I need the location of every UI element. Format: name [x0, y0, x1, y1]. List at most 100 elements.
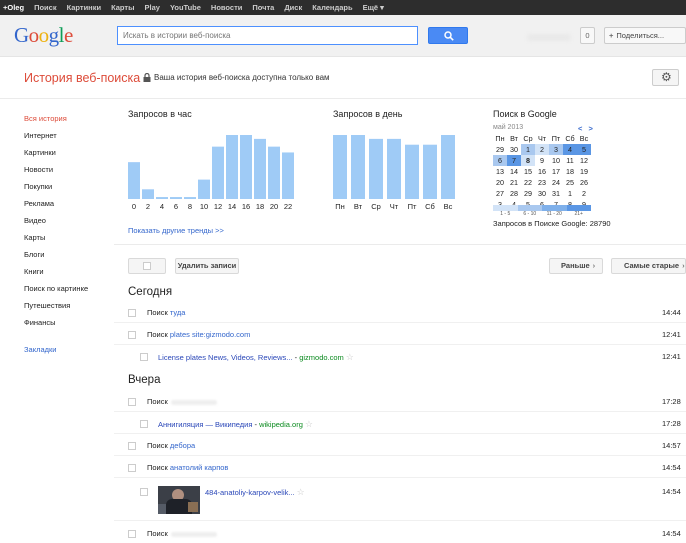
calendar-day[interactable]: 22	[521, 177, 535, 188]
calendar-day[interactable]: 30	[535, 188, 549, 199]
nav-play[interactable]: Play	[140, 0, 165, 15]
sidebar-item-web[interactable]: Интернет	[24, 130, 114, 147]
calendar-day[interactable]: 9	[535, 155, 549, 166]
calendar-day[interactable]: 16	[535, 166, 549, 177]
calendar-nav-arrows[interactable]: < >	[578, 124, 595, 133]
calendar-day[interactable]: 1	[521, 144, 535, 155]
chevron-right-icon: ›	[682, 261, 685, 270]
nav-images[interactable]: Картинки	[62, 0, 107, 15]
oldest-button[interactable]: Самые старые ›	[611, 258, 686, 274]
calendar-day[interactable]: 7	[507, 155, 521, 166]
newer-button[interactable]: Раньше ›	[549, 258, 603, 274]
sidebar-item-all-history[interactable]: Вся история	[24, 113, 114, 130]
video-thumbnail[interactable]	[158, 486, 200, 514]
account-name-redacted	[527, 34, 571, 41]
calendar-day[interactable]: 27	[493, 188, 507, 199]
visited-page-link[interactable]: 484-anatoliy-karpov-velik...	[205, 488, 295, 497]
calendar-day[interactable]: 29	[521, 188, 535, 199]
search-query-link[interactable]: plates site:gizmodo.com	[170, 330, 250, 339]
visited-page-link[interactable]: Аннигиляция — Википедия	[158, 420, 252, 429]
title-bar: История веб-поиска Ваша история веб-поис…	[0, 57, 686, 99]
calendar-day[interactable]: 2	[577, 188, 591, 199]
calendar-day[interactable]: 3	[549, 144, 563, 155]
nav-profile[interactable]: +Oleg	[0, 0, 29, 15]
calendar-day[interactable]: 15	[521, 166, 535, 177]
nav-search[interactable]: Поиск	[29, 0, 62, 15]
calendar-month: май 2013	[493, 124, 524, 131]
calendar-day[interactable]: 21	[507, 177, 521, 188]
calendar-day[interactable]: 23	[535, 177, 549, 188]
chart-tick-label: 2	[146, 202, 150, 211]
sidebar-item-news[interactable]: Новости	[24, 164, 114, 181]
sidebar-item-video[interactable]: Видео	[24, 215, 114, 232]
calendar-day[interactable]: 26	[577, 177, 591, 188]
row-checkbox[interactable]	[128, 309, 136, 317]
sidebar-item-blogs[interactable]: Блоги	[24, 249, 114, 266]
settings-button[interactable]: ⚙	[652, 69, 679, 86]
calendar-day[interactable]: 4	[563, 144, 577, 155]
calendar-day[interactable]: 5	[577, 144, 591, 155]
chart-bar	[369, 138, 383, 199]
nav-drive[interactable]: Диск	[279, 0, 307, 15]
row-checkbox[interactable]	[128, 442, 136, 450]
nav-more[interactable]: Ещё ▾	[358, 0, 389, 15]
star-icon[interactable]: ☆	[346, 352, 354, 362]
nav-calendar[interactable]: Календарь	[307, 0, 357, 15]
calendar-day[interactable]: 28	[507, 188, 521, 199]
visited-page-link[interactable]: License plates News, Videos, Reviews...	[158, 353, 293, 362]
nav-maps[interactable]: Карты	[106, 0, 139, 15]
nav-mail[interactable]: Почта	[247, 0, 279, 15]
nav-news[interactable]: Новости	[206, 0, 247, 15]
calendar-day[interactable]: 2	[535, 144, 549, 155]
calendar-day[interactable]: 14	[507, 166, 521, 177]
sidebar-item-ads[interactable]: Реклама	[24, 198, 114, 215]
search-button[interactable]	[428, 27, 468, 44]
notification-count[interactable]: 0	[580, 27, 595, 44]
row-checkbox[interactable]	[128, 530, 136, 538]
sidebar-item-books[interactable]: Книги	[24, 266, 114, 283]
calendar-day[interactable]: 17	[549, 166, 563, 177]
show-more-trends-link[interactable]: Показать другие тренды >>	[128, 226, 224, 235]
section-divider	[114, 244, 686, 245]
calendar-day[interactable]: 29	[493, 144, 507, 155]
redacted-query	[170, 531, 217, 537]
delete-records-button[interactable]: Удалить записи	[175, 258, 239, 274]
calendar-day[interactable]: 30	[507, 144, 521, 155]
select-all-checkbox[interactable]	[143, 262, 151, 270]
share-button[interactable]: + Поделиться...	[604, 27, 686, 44]
sidebar-item-shopping[interactable]: Покупки	[24, 181, 114, 198]
calendar-day[interactable]: 20	[493, 177, 507, 188]
calendar-day[interactable]: 13	[493, 166, 507, 177]
calendar-day[interactable]: 1	[563, 188, 577, 199]
row-checkbox[interactable]	[128, 464, 136, 472]
calendar-day[interactable]: 12	[577, 155, 591, 166]
search-query-link[interactable]: дебора	[170, 441, 195, 450]
sidebar-item-maps[interactable]: Карты	[24, 232, 114, 249]
search-query-link[interactable]: анатолий карпов	[170, 463, 229, 472]
star-icon[interactable]: ☆	[305, 419, 313, 429]
calendar-day[interactable]: 6	[493, 155, 507, 166]
row-checkbox[interactable]	[128, 331, 136, 339]
row-checkbox[interactable]	[140, 420, 148, 428]
search-prefix: Поиск	[147, 441, 168, 450]
row-checkbox[interactable]	[140, 488, 148, 496]
nav-youtube[interactable]: YouTube	[165, 0, 206, 15]
calendar-day[interactable]: 25	[563, 177, 577, 188]
calendar-day[interactable]: 31	[549, 188, 563, 199]
row-checkbox[interactable]	[128, 398, 136, 406]
calendar-day[interactable]: 10	[549, 155, 563, 166]
select-all-button[interactable]	[128, 258, 166, 274]
sidebar-item-images[interactable]: Картинки	[24, 147, 114, 164]
calendar-day[interactable]: 19	[577, 166, 591, 177]
calendar-day[interactable]: 11	[563, 155, 577, 166]
search-input[interactable]	[117, 26, 418, 45]
row-checkbox[interactable]	[140, 353, 148, 361]
calendar-day[interactable]: 8	[521, 155, 535, 166]
sidebar-item-image-search[interactable]: Поиск по картинке	[24, 283, 114, 300]
calendar-day[interactable]: 18	[563, 166, 577, 177]
search-query-link[interactable]: туда	[170, 308, 186, 317]
star-icon[interactable]: ☆	[297, 487, 305, 497]
calendar-day[interactable]: 24	[549, 177, 563, 188]
google-logo[interactable]: Google	[14, 24, 73, 46]
history-row: Поиск 14:54	[0, 529, 686, 541]
